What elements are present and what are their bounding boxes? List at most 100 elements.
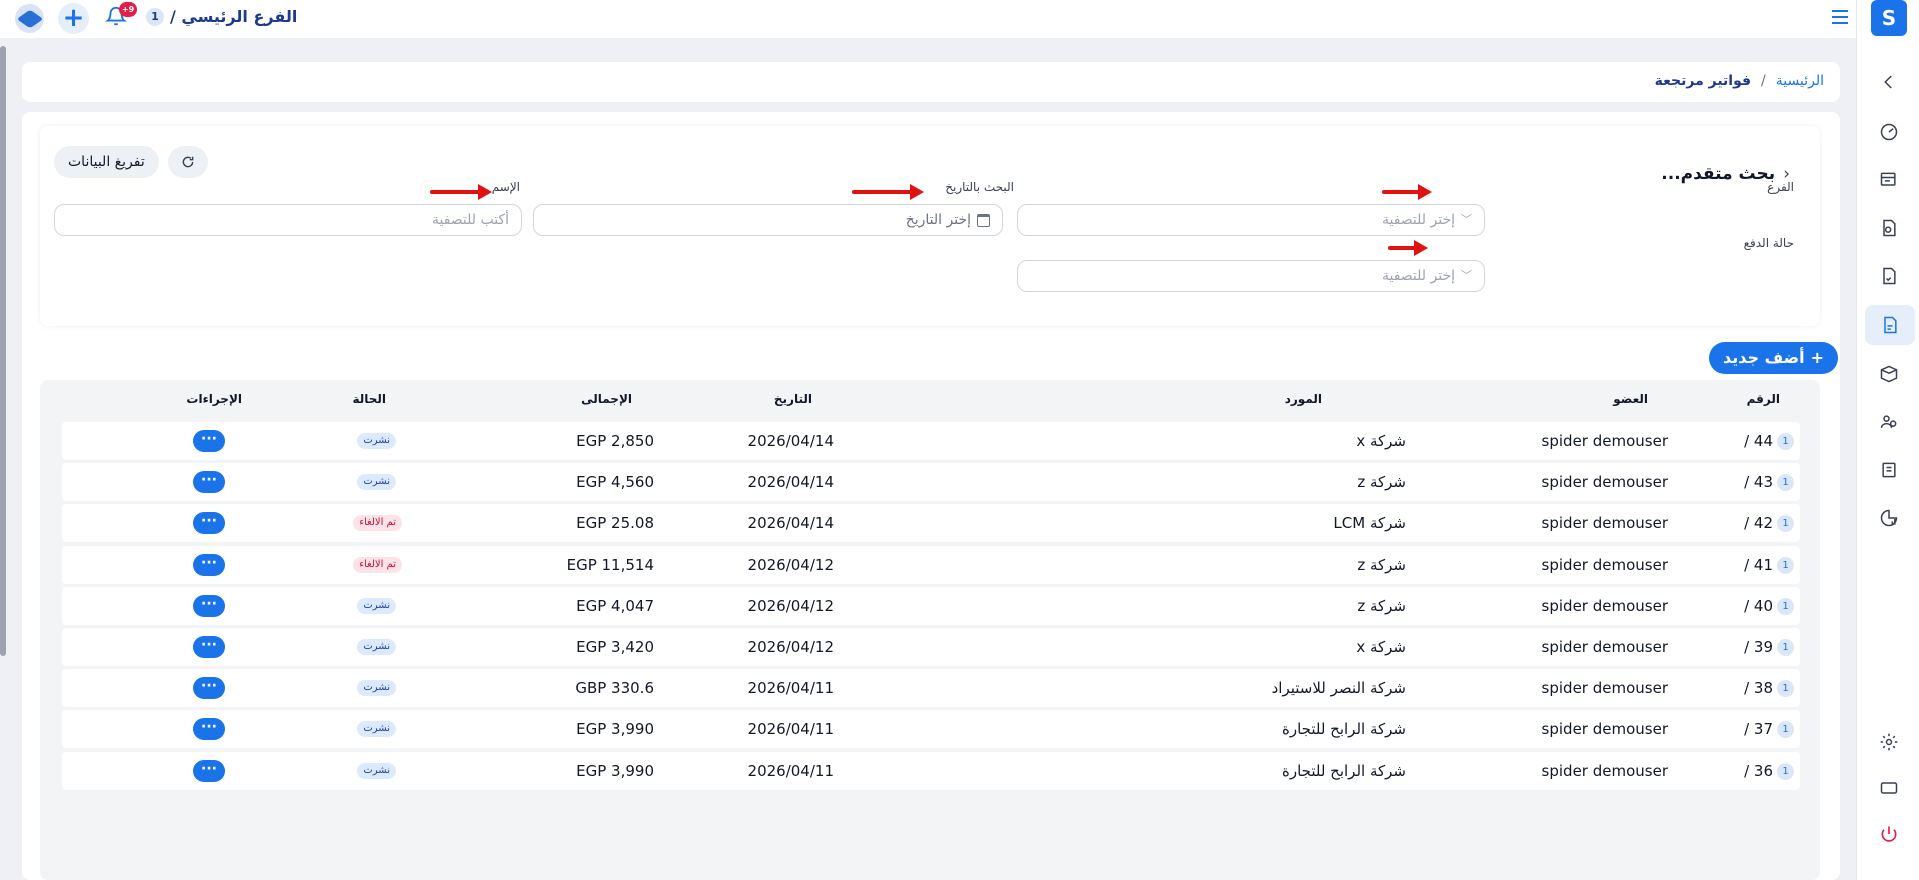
cell-total: EGP 2,850 bbox=[576, 432, 654, 450]
branch-filter-placeholder: إختر للتصفية bbox=[1381, 212, 1455, 228]
branch-number-badge: 1 bbox=[1777, 515, 1794, 533]
date-filter-label: البحث بالتاريخ bbox=[945, 180, 1014, 194]
cell-total: EGP 25.08 bbox=[576, 514, 654, 533]
menu-toggle-icon[interactable] bbox=[1832, 10, 1848, 28]
branch-filter-select[interactable]: ﹀ إختر للتصفية bbox=[1017, 204, 1485, 236]
branch-number-badge: 1 bbox=[1777, 556, 1794, 574]
purchase-returns-icon[interactable] bbox=[1865, 305, 1915, 345]
cell-member: spider demouser bbox=[1541, 596, 1668, 615]
table-row[interactable]: 136 / spider demouser شركة الرابح للتجارة 2… bbox=[62, 751, 1800, 790]
notifications-button[interactable]: +9 bbox=[104, 2, 137, 32]
advanced-search-panel: ‹ بحث متقدم... تفريغ البيانات الفرع ﹀ إخ… bbox=[40, 126, 1820, 326]
add-new-button[interactable]: + أضف جديد bbox=[1709, 342, 1838, 374]
cell-date: 2026/04/11 bbox=[747, 761, 834, 780]
invoice-number: 39 / bbox=[1744, 638, 1773, 656]
sales-invoice-icon[interactable] bbox=[1875, 214, 1903, 242]
cell-member: spider demouser bbox=[1541, 679, 1668, 698]
branch-selector[interactable]: الفرع الرئيسي / 1 bbox=[146, 7, 297, 26]
status-badge: نشرت bbox=[357, 433, 396, 449]
invoice-number: 41 / bbox=[1744, 555, 1773, 574]
fullscreen-icon[interactable] bbox=[1875, 774, 1903, 802]
row-actions-button[interactable]: ··· bbox=[193, 759, 225, 782]
branch-number-badge: 1 bbox=[1777, 721, 1794, 739]
collapse-chevron-icon[interactable] bbox=[1875, 68, 1903, 96]
cell-member: spider demouser bbox=[1541, 555, 1668, 574]
app-logo-icon[interactable] bbox=[15, 4, 44, 33]
customers-icon[interactable] bbox=[1875, 408, 1903, 436]
status-badge: نشرت bbox=[357, 597, 396, 614]
cell-date: 2026/04/12 bbox=[747, 555, 834, 574]
branch-number-badge: 1 bbox=[1777, 639, 1794, 656]
status-badge: تم الالغاء bbox=[353, 556, 402, 573]
invoice-number: 36 / bbox=[1744, 761, 1773, 780]
table-row[interactable]: 144 / spider demouser شركة x 2026/04/14 EGP … bbox=[62, 422, 1800, 460]
cell-date: 2026/04/12 bbox=[747, 596, 834, 615]
table-row[interactable]: 138 / spider demouser شركة النصر للاستيراد… bbox=[62, 669, 1800, 708]
table-row[interactable]: 137 / spider demouser شركة الرابح للتجارة 2… bbox=[62, 710, 1800, 749]
name-filter-placeholder: أكتب للتصفية bbox=[431, 212, 509, 228]
cell-total: EGP 4,047 bbox=[576, 596, 654, 615]
payment-status-placeholder: إختر للتصفية bbox=[1381, 268, 1455, 284]
row-actions-button[interactable]: ··· bbox=[193, 594, 225, 617]
cell-number: 137 / bbox=[1744, 720, 1794, 739]
table-row[interactable]: 142 / spider demouser شركة LCM 2026/04/14 EG… bbox=[62, 504, 1800, 543]
cell-member: spider demouser bbox=[1541, 720, 1668, 739]
status-badge: نشرت bbox=[357, 721, 396, 738]
inventory-icon[interactable] bbox=[1875, 360, 1903, 388]
payment-status-select[interactable]: ﹀ إختر للتصفية bbox=[1017, 260, 1485, 292]
dashboard-icon[interactable] bbox=[1875, 118, 1903, 146]
sales-returns-icon[interactable] bbox=[1875, 262, 1903, 290]
page-scrollbar[interactable] bbox=[0, 46, 6, 656]
column-header-supplier: المورد bbox=[1284, 392, 1322, 406]
cell-supplier: شركة الرابح للتجارة bbox=[1281, 720, 1406, 739]
status-badge: نشرت bbox=[357, 680, 396, 697]
cell-number: 138 / bbox=[1744, 679, 1794, 698]
cell-member: spider demouser bbox=[1541, 761, 1668, 780]
invoice-number: 44 / bbox=[1744, 432, 1773, 450]
reports-icon[interactable] bbox=[1875, 504, 1903, 532]
row-actions-button[interactable]: ··· bbox=[193, 553, 225, 576]
cell-total: EGP 3,990 bbox=[576, 720, 654, 739]
table-row[interactable]: 141 / spider demouser شركة z 2026/04/12 EGP … bbox=[62, 545, 1800, 584]
brand-logo-icon[interactable]: S bbox=[1871, 0, 1907, 36]
branch-number-badge: 1 bbox=[1777, 474, 1794, 492]
right-sidebar: S bbox=[1856, 0, 1919, 880]
branch-filter-label: الفرع bbox=[1767, 180, 1794, 194]
calendar-icon bbox=[977, 213, 990, 227]
column-header-actions: الإجراءات bbox=[186, 392, 242, 406]
breadcrumb-card: الرئيسية / فواتير مرتجعة bbox=[22, 62, 1840, 102]
row-actions-button[interactable]: ··· bbox=[193, 471, 225, 494]
logout-power-icon[interactable] bbox=[1875, 820, 1903, 848]
date-filter-placeholder: إختر التاريخ bbox=[905, 212, 971, 228]
branch-number-badge: 1 bbox=[1777, 680, 1794, 698]
cell-number: 141 / bbox=[1744, 556, 1794, 574]
cell-member: spider demouser bbox=[1541, 514, 1668, 533]
row-actions-button[interactable]: ··· bbox=[193, 718, 225, 741]
quick-add-button[interactable]: + bbox=[58, 3, 89, 34]
row-actions-button[interactable]: ··· bbox=[193, 512, 225, 535]
branch-number-badge: 1 bbox=[1777, 762, 1794, 780]
table-row[interactable]: 140 / spider demouser شركة z 2026/04/12 EGP … bbox=[62, 586, 1800, 625]
cell-member: spider demouser bbox=[1541, 432, 1668, 450]
breadcrumb-home-link[interactable]: الرئيسية bbox=[1776, 73, 1824, 89]
breadcrumb-current: فواتير مرتجعة bbox=[1654, 73, 1752, 89]
date-filter-input[interactable]: إختر التاريخ bbox=[533, 204, 1003, 236]
table-row[interactable]: 139 / spider demouser شركة x 2026/04/12 EGP … bbox=[62, 628, 1800, 666]
notification-badge: +9 bbox=[119, 2, 137, 17]
settings-gear-icon[interactable] bbox=[1875, 728, 1903, 756]
cell-total: EGP 11,514 bbox=[566, 555, 654, 574]
name-filter-input[interactable]: أكتب للتصفية bbox=[54, 204, 522, 236]
row-actions-button[interactable]: ··· bbox=[193, 430, 225, 452]
suppliers-icon[interactable] bbox=[1875, 456, 1903, 484]
pos-icon[interactable] bbox=[1875, 166, 1903, 194]
breadcrumb-separator: / bbox=[1761, 73, 1766, 89]
clear-data-button[interactable]: تفريغ البيانات bbox=[54, 146, 159, 178]
row-actions-button[interactable]: ··· bbox=[193, 677, 225, 700]
cell-supplier: شركة x bbox=[1356, 638, 1406, 656]
refresh-button[interactable] bbox=[168, 146, 208, 178]
plus-icon: + bbox=[1810, 348, 1824, 367]
breadcrumb: الرئيسية / فواتير مرتجعة bbox=[1655, 73, 1824, 89]
chevron-down-icon: ﹀ bbox=[1461, 213, 1472, 226]
row-actions-button[interactable]: ··· bbox=[193, 636, 225, 658]
table-row[interactable]: 143 / spider demouser شركة z 2026/04/14 EGP … bbox=[62, 463, 1800, 502]
